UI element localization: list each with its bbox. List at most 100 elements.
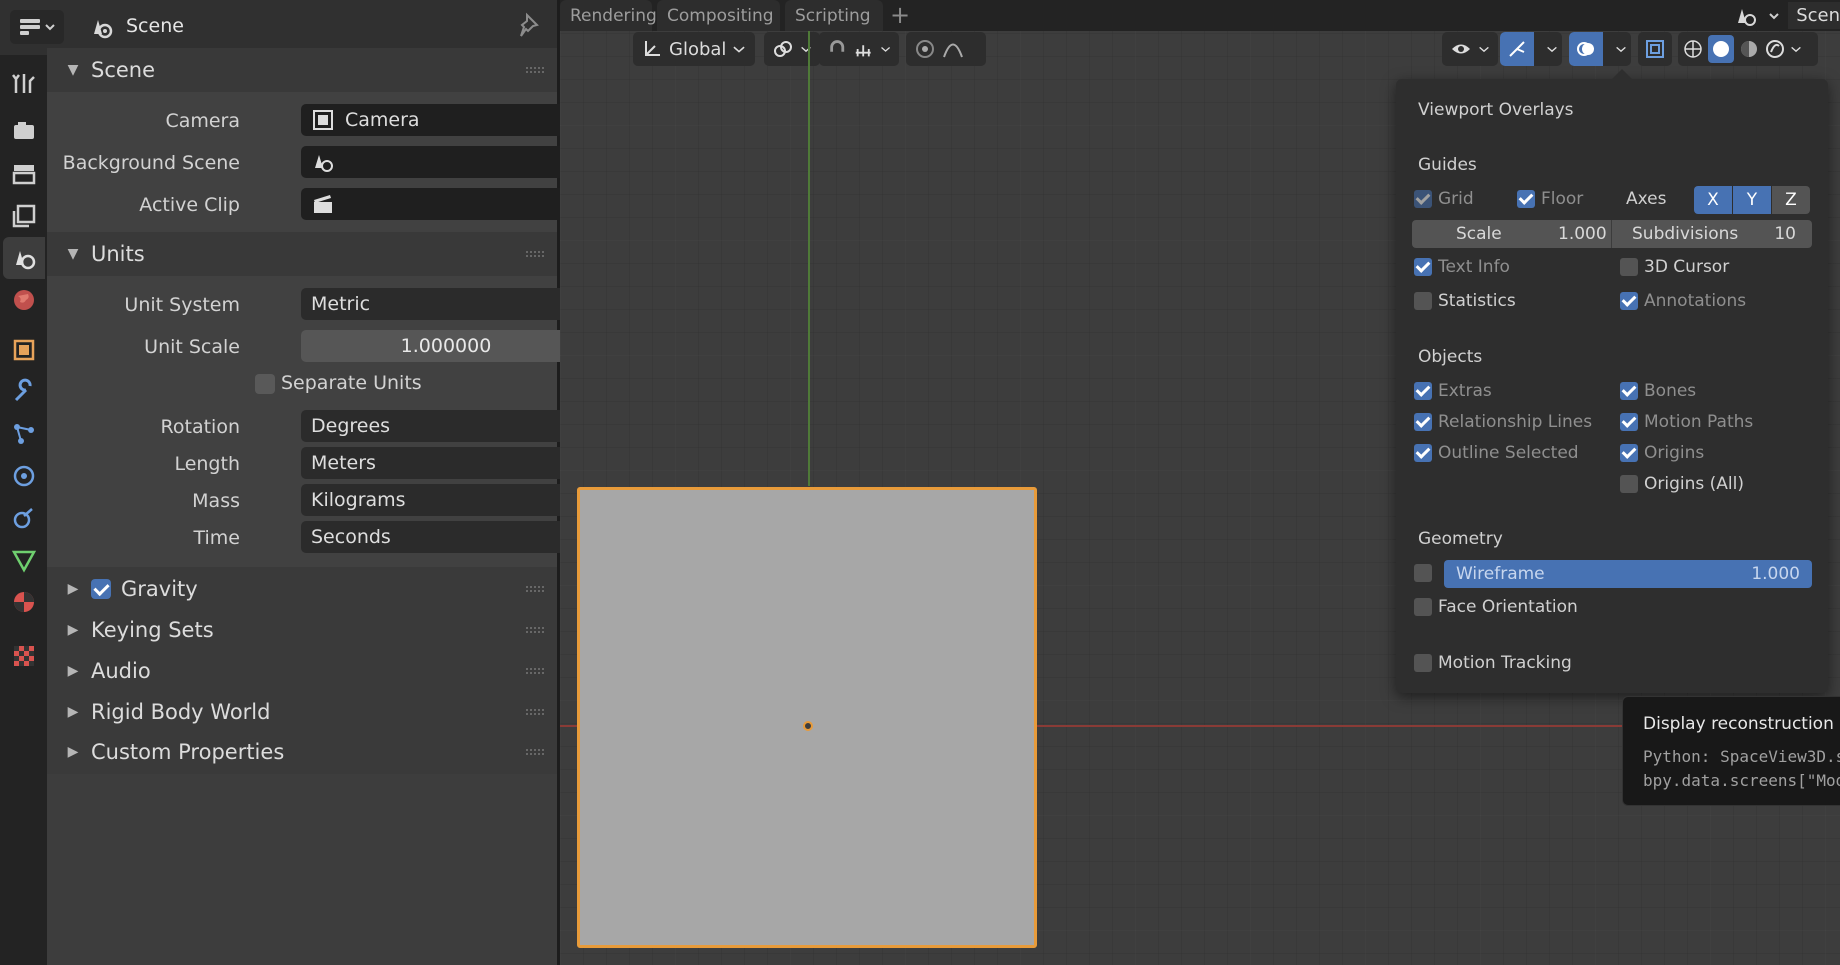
tab-tool[interactable] (3, 62, 45, 104)
drag-grip-icon[interactable] (525, 667, 545, 675)
solid-shading-button[interactable] (1708, 35, 1734, 63)
tab-material[interactable] (3, 581, 45, 623)
gravity-checkbox[interactable] (91, 579, 111, 599)
time-label: Time (193, 527, 241, 549)
mass-dropdown[interactable]: Kilograms (301, 484, 591, 516)
tab-world[interactable] (3, 279, 45, 321)
wireframe-checkbox[interactable] (1414, 564, 1432, 582)
panel-rigid-body-world-header[interactable]: ▶ Rigid Body World (47, 690, 557, 734)
statistics-checkbox[interactable] (1414, 292, 1432, 310)
scene-selector[interactable]: Scen (1734, 0, 1840, 31)
length-dropdown[interactable]: Meters (301, 447, 591, 479)
rotation-dropdown[interactable]: Degrees (301, 410, 591, 442)
selected-plane-object[interactable] (577, 487, 1037, 948)
drag-grip-icon[interactable] (525, 66, 545, 74)
panel-scene-header[interactable]: ▼ Scene (47, 48, 557, 92)
checker-texture-icon (14, 646, 34, 666)
motion-paths-checkbox[interactable] (1620, 413, 1638, 431)
proportional-editing-controls[interactable] (906, 32, 986, 66)
bones-checkbox[interactable] (1620, 382, 1638, 400)
axis-x-toggle[interactable]: X (1694, 186, 1732, 214)
panel-keying-sets-header[interactable]: ▶ Keying Sets (47, 608, 557, 652)
face-orientation-checkbox[interactable] (1414, 598, 1432, 616)
rotation-value: Degrees (311, 415, 391, 437)
scale-value: 1.000 (1558, 224, 1607, 244)
gizmo-button[interactable] (1500, 32, 1534, 66)
active-clip-field[interactable] (301, 188, 591, 220)
3d-cursor-label: 3D Cursor (1644, 257, 1730, 277)
origins-all-checkbox[interactable] (1620, 475, 1638, 493)
material-preview-icon[interactable] (1738, 38, 1760, 60)
tab-compositing[interactable]: Compositing (657, 0, 780, 31)
background-scene-field[interactable] (301, 146, 591, 178)
particles-icon (14, 424, 34, 444)
drag-grip-icon[interactable] (525, 585, 545, 593)
axis-y-toggle[interactable]: Y (1733, 186, 1771, 214)
rendered-shading-icon[interactable] (1764, 38, 1786, 60)
camera-label: Camera (165, 110, 240, 132)
tab-view-layer[interactable] (3, 195, 45, 237)
drag-grip-icon[interactable] (525, 708, 545, 716)
camera-field[interactable]: Camera ✕ (301, 104, 591, 136)
xray-toggle[interactable] (1638, 32, 1672, 66)
subdivisions-label: Subdivisions (1632, 224, 1739, 244)
overlays-button[interactable] (1569, 32, 1603, 66)
properties-context-title: Scene (126, 15, 184, 37)
tooltip-python-line: bpy.data.screens["Mode (1643, 771, 1840, 790)
text-info-checkbox[interactable] (1414, 258, 1432, 276)
motion-tracking-checkbox[interactable] (1414, 654, 1432, 672)
panel-custom-properties-header[interactable]: ▶ Custom Properties (47, 730, 557, 774)
tab-physics[interactable] (3, 455, 45, 497)
tab-object[interactable] (3, 329, 45, 371)
tab-texture[interactable] (3, 635, 45, 677)
panel-audio-header[interactable]: ▶ Audio (47, 649, 557, 693)
tab-render[interactable] (3, 110, 45, 152)
material-icon (14, 592, 34, 612)
tool-icon (12, 74, 35, 93)
time-dropdown[interactable]: Seconds (301, 521, 591, 553)
separate-units-checkbox[interactable] (255, 374, 275, 394)
tab-constraints[interactable] (3, 497, 45, 539)
constraint-icon (13, 508, 33, 529)
tab-scene[interactable] (3, 237, 45, 279)
extras-label: Extras (1438, 381, 1492, 401)
drag-grip-icon[interactable] (525, 748, 545, 756)
wireframe-slider[interactable]: Wireframe 1.000 (1444, 560, 1812, 588)
overlays-toggle[interactable] (1569, 32, 1631, 66)
tab-modifiers[interactable] (3, 371, 45, 413)
outline-selected-checkbox[interactable] (1414, 444, 1432, 462)
extras-checkbox[interactable] (1414, 382, 1432, 400)
view-object-types-dropdown[interactable] (1442, 32, 1498, 66)
add-workspace-button[interactable]: + (890, 1, 910, 29)
unit-scale-field[interactable]: 1.000000 (301, 330, 591, 362)
transform-orientation-dropdown[interactable]: Global (633, 32, 755, 66)
tab-rendering[interactable]: Rendering (560, 0, 657, 31)
panel-units-header[interactable]: ▼ Units (47, 232, 557, 276)
pin-icon[interactable] (517, 12, 543, 40)
drag-grip-icon[interactable] (525, 250, 545, 258)
drag-grip-icon[interactable] (525, 626, 545, 634)
wireframe-shading-icon[interactable] (1682, 38, 1704, 60)
unit-system-dropdown[interactable]: Metric (301, 288, 591, 320)
falloff-curve-icon (943, 43, 963, 58)
tab-output[interactable] (3, 153, 45, 195)
gizmo-toggle[interactable] (1500, 32, 1562, 66)
3d-cursor-checkbox[interactable] (1620, 258, 1638, 276)
panel-gravity-header[interactable]: ▶ Gravity (47, 567, 557, 611)
editor-type-button[interactable] (10, 10, 64, 44)
annotations-checkbox[interactable] (1620, 292, 1638, 310)
tab-particles[interactable] (3, 413, 45, 455)
origins-checkbox[interactable] (1620, 444, 1638, 462)
relationship-lines-checkbox[interactable] (1414, 413, 1432, 431)
xray-icon (1646, 40, 1664, 58)
axis-z-toggle[interactable]: Z (1772, 186, 1810, 214)
mesh-data-icon (11, 550, 37, 573)
shading-mode-buttons[interactable] (1678, 32, 1818, 66)
pivot-point-dropdown[interactable] (764, 32, 820, 66)
snapping-controls[interactable] (819, 32, 899, 66)
rotation-label: Rotation (160, 416, 240, 438)
tab-data[interactable] (3, 539, 45, 581)
grid-checkbox[interactable] (1414, 190, 1432, 208)
floor-checkbox[interactable] (1517, 190, 1535, 208)
tab-scripting[interactable]: Scripting (785, 0, 883, 31)
